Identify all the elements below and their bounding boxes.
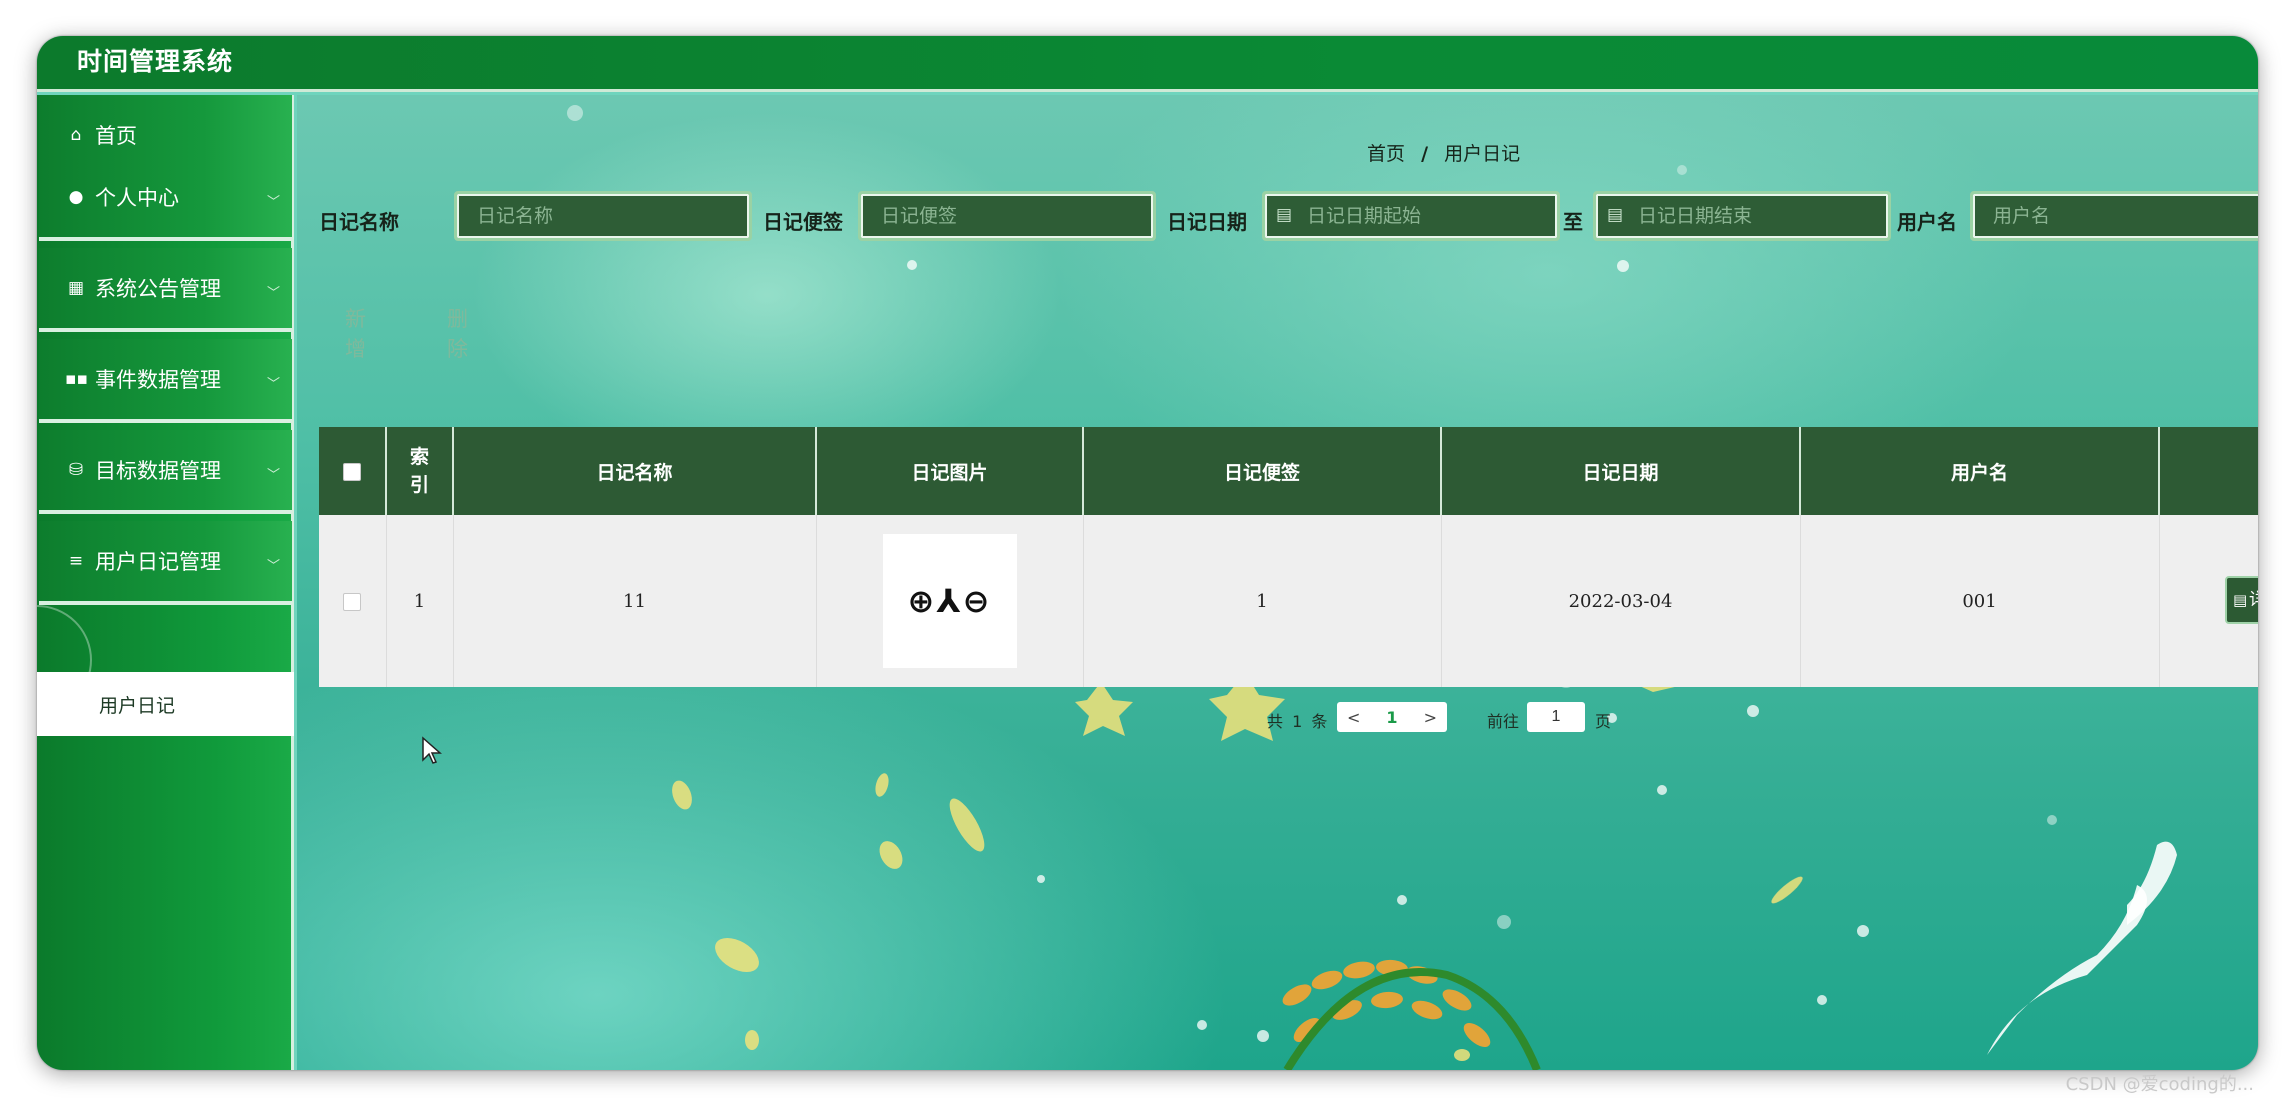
column-header-date: 日记日期 [1441,427,1801,515]
sparkle [1037,875,1045,883]
cell-image: ⊕⅄⊖ [816,515,1084,687]
diary-note-input[interactable] [858,191,1156,241]
list-icon: ≡ [68,551,84,571]
select-all-cell [319,427,387,515]
apps-icon: ▪▪ [65,369,89,389]
sparkle [1677,165,1687,175]
row-select-cell [319,515,387,687]
chevron-down-icon: ﹀ [266,559,280,574]
sidebar-item-label: 个人中心 [95,186,179,210]
goto-suffix: 页 [1595,712,1612,731]
cell-note: 1 [1083,515,1442,687]
next-page-button[interactable]: > [1424,708,1437,727]
goto-page-input[interactable] [1527,702,1585,732]
sparkle [1817,995,1827,1005]
sidebar-item-goals[interactable]: ⛁ 目标数据管理 ﹀ [39,430,292,514]
breadcrumb-current: 用户日记 [1444,143,1521,165]
date-start-picker[interactable]: ▤ [1262,191,1560,241]
pager-control: < 1 > [1337,702,1447,732]
app-title: 时间管理系统 [77,47,234,76]
column-header-actions [2159,427,2258,515]
cell-username: 001 [1800,515,2160,687]
breadcrumb-home[interactable]: 首页 [1367,143,1405,165]
select-all-checkbox[interactable] [343,462,361,481]
sidebar-subitem-user-diary[interactable]: 用户日记 [37,672,294,736]
sidebar-item-label: 首页 [95,124,137,148]
chevron-down-icon: ﹀ [266,286,280,301]
sparkle [1747,705,1759,717]
column-header-name: 日记名称 [453,427,817,515]
breadcrumb: 首页 / 用户日记 [1367,139,1520,166]
date-end-input[interactable] [1593,191,1891,241]
column-header-index: 索引 [386,427,454,515]
sidebar-item-label: 事件数据管理 [95,368,221,392]
chevron-down-icon: ﹀ [266,195,280,210]
detail-label: 详情 [2249,590,2258,610]
grid-icon: ▦ [67,278,85,298]
sidebar-item-events[interactable]: ▪▪ 事件数据管理 ﹀ [39,339,292,423]
home-icon: ⌂ [70,125,82,145]
sparkle [567,105,583,121]
diary-image-thumbnail[interactable]: ⊕⅄⊖ [882,534,1017,668]
table-row: 1 11 ⊕⅄⊖ 1 2022-03-04 001 [319,515,2258,687]
sparkle [1397,895,1407,905]
sidebar-item-diary-management[interactable]: ≡ 用户日记管理 ﹀ [39,521,292,605]
date-end-picker[interactable]: ▤ [1593,191,1891,241]
sparkle [1657,785,1667,795]
sparkle [1197,1020,1207,1030]
diary-note-label: 日记便签 [763,210,843,234]
calendar-icon: ▤ [1276,205,1293,225]
calendar-icon: ▤ [1607,205,1624,225]
sparkle [907,260,917,270]
username-label: 用户名 [1897,210,1957,234]
app-window: 时间管理系统 ⌂ 首页 ● 个人中心 ﹀ ▦ 系统公告管理 ﹀ ▪▪ 事件数据管… [37,36,2258,1070]
diary-name-label: 日记名称 [319,210,399,234]
delete-button[interactable]: 删除 [447,303,468,363]
cell-date: 2022-03-04 [1441,515,1801,687]
cell-index: 1 [386,515,454,687]
user-icon: ● [68,187,84,207]
diary-table: 索引 日记名称 日记图片 日记便签 日记日期 用户名 1 11 ⊕⅄⊖ 1 20… [319,427,2258,687]
detail-icon: ▤ [2233,591,2248,609]
sparkle [1617,260,1629,272]
sidebar-item-label: 用户日记管理 [95,550,221,574]
column-header-note: 日记便签 [1083,427,1442,515]
diary-date-label: 日记日期 [1167,210,1247,234]
table-header-row: 索引 日记名称 日记图片 日记便签 日记日期 用户名 [319,427,2258,515]
add-button[interactable]: 新增 [345,303,366,363]
main-content: 首页 / 用户日记 日记名称 日记便签 日记日期 ▤ 至 ▤ 用户名 新 [297,95,2258,1070]
cell-name: 11 [453,515,817,687]
sidebar-item-announcements[interactable]: ▦ 系统公告管理 ﹀ [39,248,292,332]
total-count: 共 1 条 [1267,712,1328,731]
row-checkbox[interactable] [343,592,362,611]
prev-page-button[interactable]: < [1347,708,1360,727]
date-range-separator: 至 [1563,210,1583,234]
sidebar-item-label: 系统公告管理 [95,277,221,301]
chevron-down-icon: ﹀ [266,468,280,483]
chevron-down-icon: ﹀ [266,377,280,392]
current-page[interactable]: 1 [1386,708,1397,727]
goto-label: 前往 [1487,712,1520,731]
sidebar: ⌂ 首页 ● 个人中心 ﹀ ▦ 系统公告管理 ﹀ ▪▪ 事件数据管理 ﹀ ⛁ 目… [37,95,294,1070]
sparkle [2047,815,2057,825]
sparkle [1257,1030,1269,1042]
sidebar-item-profile[interactable]: ● 个人中心 ﹀ [39,157,292,241]
column-header-username: 用户名 [1800,427,2160,515]
watermark: CSDN @爱coding的... [2065,1074,2254,1095]
diary-name-input[interactable] [454,191,752,241]
breadcrumb-separator: / [1421,143,1429,165]
date-start-input[interactable] [1262,191,1560,241]
sparkle [1857,925,1869,937]
search-bar: 日记名称 日记便签 日记日期 ▤ 至 ▤ 用户名 [297,187,2258,247]
column-header-image: 日记图片 [816,427,1084,515]
username-input[interactable] [1970,191,2258,241]
database-icon: ⛁ [68,460,84,480]
detail-button[interactable]: ▤ 详情 [2225,576,2258,624]
top-header: 时间管理系统 [37,36,2258,92]
mouse-cursor-icon [422,736,442,764]
sidebar-item-label: 目标数据管理 [95,459,221,483]
sparkle [1497,915,1511,929]
